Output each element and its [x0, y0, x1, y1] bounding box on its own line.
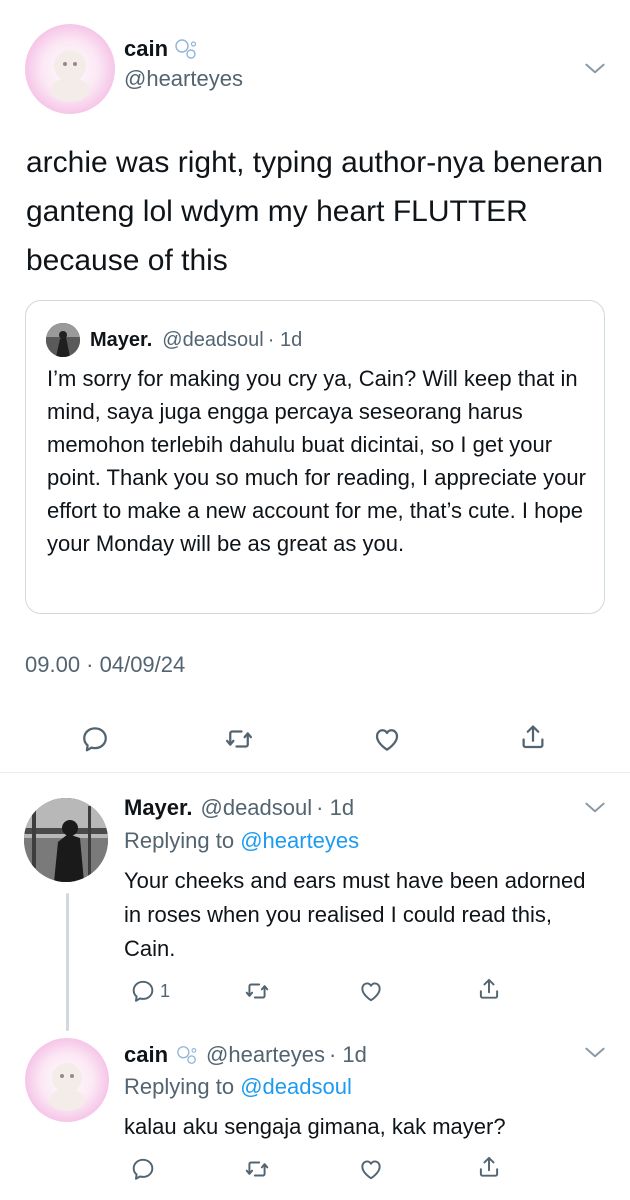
avatar-cain[interactable] — [25, 24, 115, 114]
reply2-handle: @hearteyes — [206, 1042, 325, 1067]
reply2-replying-prefix: Replying to — [124, 1074, 235, 1099]
reply-icon[interactable] — [130, 1156, 156, 1182]
quoted-tweet-handle: @deadsoul — [162, 328, 264, 351]
thread-line — [66, 893, 69, 1031]
reply-icon[interactable] — [80, 724, 110, 754]
like-icon[interactable] — [358, 978, 384, 1004]
share-icon[interactable] — [476, 1154, 502, 1180]
avatar-cain-reply[interactable] — [25, 1038, 109, 1122]
quoted-tweet-name: Mayer. — [90, 328, 153, 351]
retweet-icon[interactable] — [244, 978, 270, 1004]
share-icon[interactable] — [476, 976, 502, 1002]
reply2-name: cain — [124, 1042, 169, 1067]
reply1-replying-prefix: Replying to — [124, 828, 235, 853]
quoted-tweet-time: · 1d — [267, 328, 303, 351]
reply1-name: Mayer. — [124, 795, 193, 820]
bubbles-icon — [174, 37, 198, 61]
reply2-text: kalau aku sengaja gimana, kak mayer? — [124, 1114, 506, 1139]
reply2-mention-link[interactable]: @deadsoul — [240, 1074, 352, 1099]
reply2-replying-to: Replying to @deadsoul — [124, 1074, 352, 1100]
avatar-mayer-small — [46, 323, 80, 357]
retweet-icon[interactable] — [224, 724, 254, 754]
reply1-time: · 1d — [316, 795, 355, 820]
reply2-header[interactable]: cain @hearteyes · 1d — [124, 1042, 367, 1068]
like-icon[interactable] — [372, 724, 402, 754]
bubbles-icon — [176, 1044, 198, 1066]
divider — [0, 772, 630, 773]
like-icon[interactable] — [358, 1156, 384, 1182]
chevron-down-icon[interactable] — [582, 56, 608, 82]
reply1-replying-to: Replying to @hearteyes — [124, 828, 359, 854]
main-tweet-timestamp[interactable]: 09.00 · 04/09/24 — [25, 652, 185, 678]
chevron-down-icon[interactable] — [582, 795, 608, 821]
reply1-reply-button[interactable]: 1 — [130, 978, 170, 1004]
quoted-tweet-header: Mayer. @deadsoul · 1d — [46, 323, 302, 357]
main-tweet-text: archie was right, typing author-nya bene… — [26, 146, 604, 277]
reply1-reply-count: 1 — [160, 980, 171, 1001]
reply1-text: Your cheeks and ears must have been ador… — [124, 868, 586, 961]
quoted-tweet-text: I’m sorry for making you cry ya, Cain? W… — [47, 366, 586, 556]
reply-icon — [130, 978, 156, 1004]
reply2-time: · 1d — [328, 1042, 367, 1067]
share-icon[interactable] — [518, 722, 548, 752]
avatar-mayer[interactable] — [24, 798, 108, 882]
reply1-header[interactable]: Mayer. @deadsoul · 1d — [124, 795, 354, 821]
retweet-icon[interactable] — [244, 1156, 270, 1182]
main-tweet-name-text: cain — [124, 36, 169, 61]
quoted-tweet-card[interactable]: Mayer. @deadsoul · 1d I’m sorry for maki… — [25, 300, 605, 614]
reply1-mention-link[interactable]: @hearteyes — [240, 828, 359, 853]
chevron-down-icon[interactable] — [582, 1040, 608, 1066]
reply1-handle: @deadsoul — [200, 795, 313, 820]
main-tweet-handle[interactable]: @hearteyes — [124, 66, 243, 92]
main-tweet-name[interactable]: cain — [124, 36, 198, 62]
